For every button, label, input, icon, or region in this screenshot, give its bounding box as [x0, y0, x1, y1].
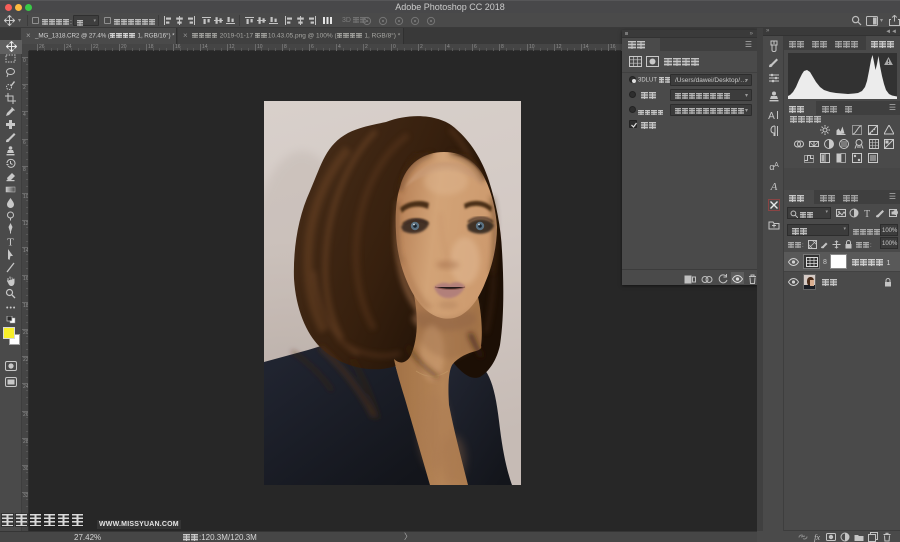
svg-text:T: T	[864, 209, 870, 218]
svg-text:A: A	[770, 181, 778, 192]
svg-text:A: A	[774, 162, 779, 169]
svg-text:A: A	[768, 111, 775, 121]
svg-text:T: T	[7, 237, 14, 248]
svg-text:fx: fx	[814, 533, 820, 542]
